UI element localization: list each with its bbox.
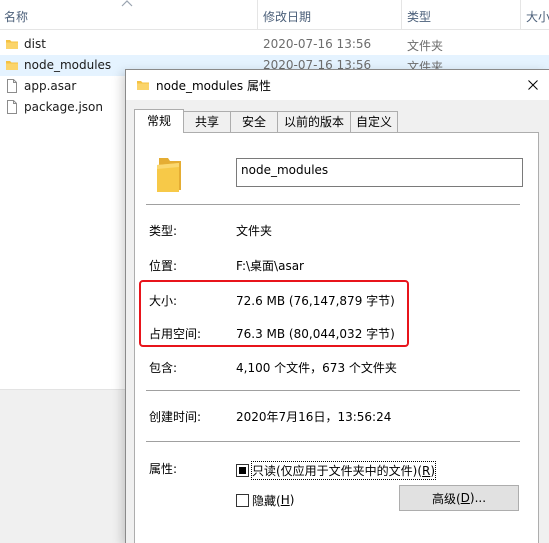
created-label: 创建时间: <box>149 410 202 424</box>
tab-sharing[interactable]: 共享 <box>183 111 231 133</box>
file-name: package.json <box>24 100 104 114</box>
tab-general[interactable]: 常规 <box>134 109 184 133</box>
contains-label: 包含: <box>149 361 178 375</box>
hidden-label: 隐藏( <box>252 493 281 508</box>
type-label: 类型: <box>149 224 178 238</box>
checkbox-indeterminate-icon <box>236 463 249 477</box>
column-date[interactable]: 修改日期 <box>263 8 311 25</box>
divider <box>146 441 520 442</box>
file-row-dist[interactable]: dist 2020-07-16 13:56 文件夹 <box>0 34 549 55</box>
column-type[interactable]: 类型 <box>407 8 431 25</box>
divider <box>146 204 520 205</box>
tab-previous-versions[interactable]: 以前的版本 <box>277 111 351 133</box>
file-name: dist <box>24 37 46 51</box>
column-header: 名称 修改日期 类型 大小 <box>0 0 549 30</box>
column-size[interactable]: 大小 <box>526 8 549 25</box>
sort-ascending-icon <box>121 0 133 7</box>
status-area <box>0 389 128 543</box>
folder-large-icon <box>157 158 181 192</box>
advanced-suffix: )... <box>469 491 487 505</box>
size-label: 大小: <box>149 294 178 308</box>
divider <box>146 390 520 391</box>
close-icon <box>528 80 538 90</box>
tab-customize[interactable]: 自定义 <box>350 111 398 133</box>
folder-name-input[interactable] <box>236 158 523 187</box>
attributes-label: 属性: <box>149 462 178 476</box>
hidden-suffix: ) <box>289 493 295 507</box>
type-value: 文件夹 <box>236 224 273 238</box>
file-date: 2020-07-16 13:56 <box>263 37 372 51</box>
advanced-button[interactable]: 高级(D)... <box>399 485 519 511</box>
file-type: 文件夹 <box>407 39 444 53</box>
file-icon <box>7 100 17 114</box>
general-panel: 类型: 文件夹 位置: F:\桌面\asar 大小: 72.6 MB (76,1… <box>134 132 539 543</box>
dialog-title: node_modules 属性 <box>156 79 271 93</box>
disk-size-label: 占用空间: <box>149 327 202 341</box>
contains-value: 4,100 个文件，673 个文件夹 <box>236 361 397 375</box>
folder-icon <box>137 81 149 90</box>
file-icon <box>7 79 17 93</box>
properties-dialog: node_modules 属性 常规 共享 安全 以前的版本 自定义 类型: 文… <box>125 69 549 543</box>
location-value: F:\桌面\asar <box>236 259 304 273</box>
column-name[interactable]: 名称 <box>4 8 28 25</box>
advanced-label: 高级( <box>431 491 461 506</box>
folder-icon <box>6 40 18 49</box>
file-name: node_modules <box>24 58 112 72</box>
readonly-checkbox[interactable]: 只读(仅应用于文件夹中的文件)(R) <box>236 460 437 480</box>
location-label: 位置: <box>149 259 178 273</box>
hidden-checkbox[interactable]: 隐藏(H) <box>236 492 294 508</box>
checkbox-unchecked-icon <box>236 493 249 507</box>
hidden-hotkey: H <box>280 493 290 507</box>
readonly-suffix: ) <box>430 463 436 478</box>
readonly-label: 只读(仅应用于文件夹中的文件)( <box>252 463 423 478</box>
size-value: 72.6 MB (76,147,879 字节) <box>236 294 395 308</box>
tab-security[interactable]: 安全 <box>230 111 278 133</box>
file-name: app.asar <box>24 79 77 93</box>
created-value: 2020年7月16日，13:56:24 <box>236 410 392 424</box>
advanced-hotkey: D <box>460 491 470 505</box>
folder-icon <box>6 61 18 70</box>
disk-size-value: 76.3 MB (80,044,032 字节) <box>236 327 395 341</box>
close-button[interactable] <box>517 70 549 100</box>
dialog-titlebar[interactable]: node_modules 属性 <box>126 70 549 100</box>
